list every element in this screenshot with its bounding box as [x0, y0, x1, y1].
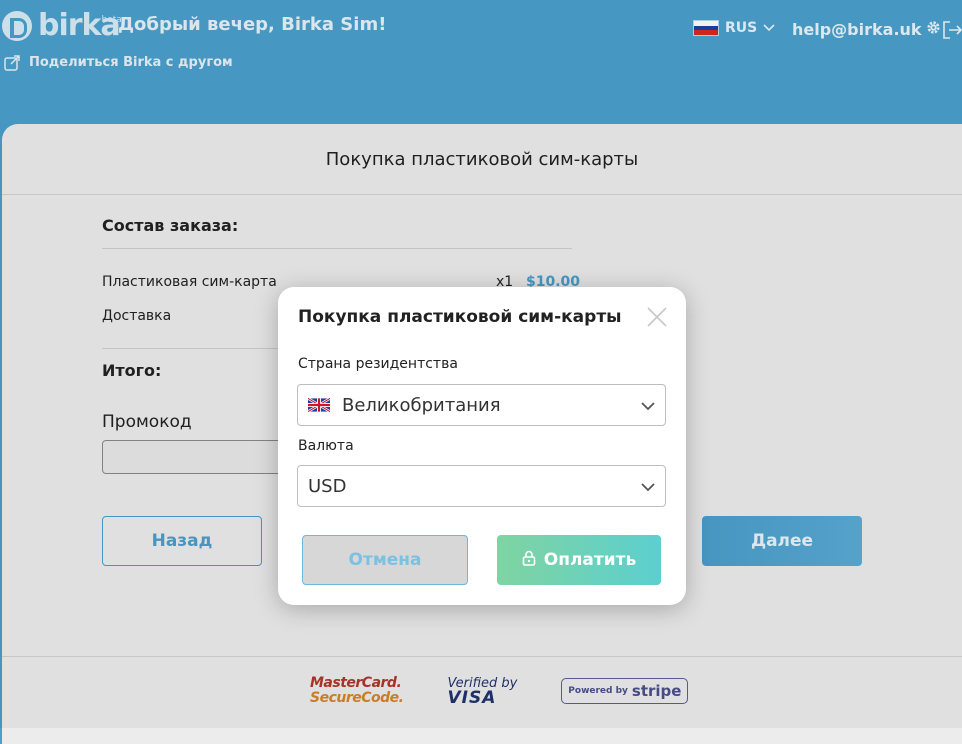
currency-label: Валюта — [298, 438, 354, 454]
pay-button[interactable]: Оплатить — [497, 535, 661, 585]
lock-icon — [522, 550, 536, 571]
close-icon[interactable] — [646, 306, 668, 328]
country-label: Страна резидентства — [298, 356, 458, 372]
pay-label: Оплатить — [543, 550, 637, 570]
chevron-down-icon — [641, 395, 655, 416]
country-value: Великобритания — [342, 394, 501, 416]
cancel-button[interactable]: Отмена — [302, 535, 468, 585]
flag-uk-icon — [308, 398, 330, 412]
purchase-modal: Покупка пластиковой сим-карты Страна рез… — [278, 287, 686, 605]
currency-select[interactable]: USD — [297, 465, 666, 507]
modal-title: Покупка пластиковой сим-карты — [298, 307, 622, 327]
currency-value: USD — [308, 475, 347, 497]
chevron-down-icon — [641, 476, 655, 497]
country-select[interactable]: Великобритания — [297, 384, 666, 426]
